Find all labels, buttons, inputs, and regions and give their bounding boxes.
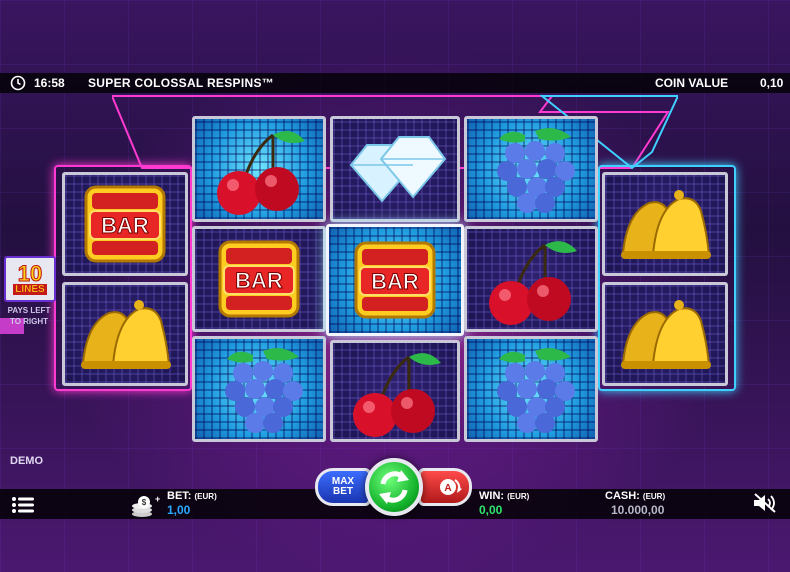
svg-text:$: $ (142, 498, 147, 507)
cash-label: CASH: (EUR) (605, 490, 666, 502)
bar-symbol-icon: BAR (84, 185, 166, 263)
grape-symbol-icon (497, 128, 575, 213)
clock-time: 16:58 (34, 76, 65, 90)
spin-arrows-icon (379, 470, 409, 504)
cash-value: 10.000,00 (611, 503, 665, 517)
coin-value: 0,10 (760, 76, 784, 90)
svg-text:A: A (444, 483, 451, 494)
grape-symbol-icon (225, 348, 303, 433)
bell-symbol-icon (620, 189, 712, 260)
win-value: 0,00 (479, 503, 503, 517)
paylines-label: LINES (13, 283, 47, 295)
reel4-symbol-cherry (464, 226, 598, 332)
menu-icon[interactable] (12, 497, 34, 513)
svg-text:+: + (155, 494, 160, 504)
reel3-symbol-cherry (330, 340, 460, 442)
max-bet-button[interactable]: MAX BET (315, 468, 371, 506)
reel5-symbol-bell (602, 282, 728, 386)
cherry-symbol-icon (487, 239, 579, 327)
reel5-symbol-bell (602, 172, 728, 276)
grape-symbol-icon (497, 348, 575, 433)
coins-stack-icon[interactable]: $ + (130, 494, 160, 518)
demo-mode-label: DEMO (10, 455, 43, 467)
autoplay-icon: A (440, 479, 462, 495)
paylines-badge[interactable]: 10 LINES (4, 256, 56, 302)
spin-button[interactable] (365, 458, 423, 516)
bell-symbol-icon (80, 299, 172, 370)
reel2-symbol-grape (192, 336, 326, 442)
reel1-symbol-bell (62, 282, 188, 386)
bar-symbol-icon: BAR (354, 241, 436, 319)
bet-label: BET: (EUR) (167, 490, 217, 502)
cherry-symbol-icon (215, 129, 307, 217)
top-info-bar: 16:58 SUPER COLOSSAL RESPINS™ COIN VALUE… (0, 73, 790, 93)
cherry-symbol-icon (351, 351, 443, 439)
coin-value-label: COIN VALUE (655, 76, 729, 90)
paylines-number: 10 (17, 260, 43, 286)
bell-symbol-icon (620, 299, 712, 370)
game-title: SUPER COLOSSAL RESPINS™ (88, 76, 275, 90)
autoplay-button[interactable]: A (418, 468, 472, 506)
diamond-symbol-icon (350, 136, 446, 202)
reel2-symbol-bar: BAR (192, 226, 326, 332)
win-label: WIN: (EUR) (479, 490, 530, 502)
svg-text:BAR: BAR (101, 213, 149, 238)
reel4-symbol-grape (464, 116, 598, 222)
svg-text:BAR: BAR (235, 268, 283, 293)
reel2-symbol-cherry (192, 116, 326, 222)
reel1-symbol-bar: BAR (62, 172, 188, 276)
svg-text:BAR: BAR (371, 269, 419, 294)
bar-symbol-icon: BAR (218, 240, 300, 318)
pays-direction-text: PAYS LEFT TO RIGHT (7, 306, 51, 326)
bet-value: 1,00 (167, 503, 191, 517)
reel4-symbol-grape (464, 336, 598, 442)
reel3-symbol-diamond (330, 116, 460, 222)
reel3-symbol-bar: BAR (326, 224, 464, 336)
sound-muted-icon[interactable] (752, 493, 778, 513)
clock-icon (10, 75, 26, 91)
